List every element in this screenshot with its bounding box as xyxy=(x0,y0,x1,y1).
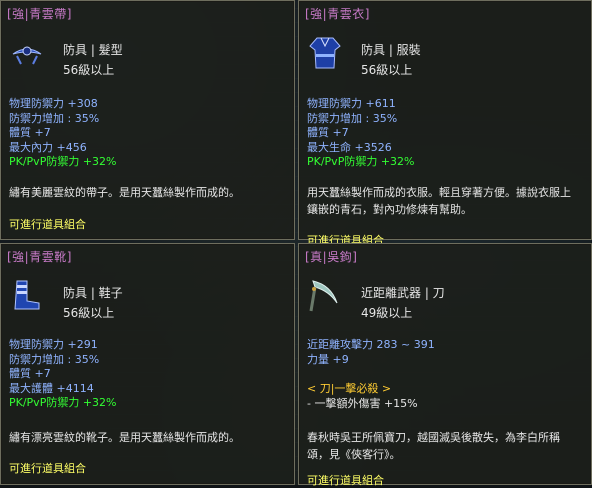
stat-pvp-def: PK/PvP防禦力 +32% xyxy=(307,155,415,168)
item-description: 春秋時吳王所佩寶刀，越國滅吳後散失，為李白所稱頌，見《俠客行》。 xyxy=(307,431,560,461)
item-description: 繡有漂亮雲紋的靴子。是用天蠶絲製作而成的。 xyxy=(9,431,240,444)
item-level: 56級以上 xyxy=(63,63,115,77)
stat-def-increase: 防禦力增加 : 35% xyxy=(9,111,100,125)
item-type: 近距離武器 | 刀 xyxy=(361,286,445,300)
stat-max-mana: 最大內力 +456 xyxy=(9,140,87,154)
robe-icon xyxy=(307,34,343,70)
special-line: - 一擊額外傷害 +15% xyxy=(307,397,418,410)
item-description: 用天蠶絲製作而成的衣服。輕且穿著方便。據說衣服上鑲嵌的青石，對內功修煉有幫助。 xyxy=(307,186,571,216)
stat-def-increase: 防禦力增加 : 35% xyxy=(307,111,398,125)
item-level: 49級以上 xyxy=(361,306,413,320)
stat-pvp-def: PK/PvP防禦力 +32% xyxy=(9,155,117,168)
item-type: 防具 | 髮型 xyxy=(63,43,123,57)
stats-list: 物理防禦力 +611 防禦力增加 : 35% 體質 +7 最大生命 +3526 … xyxy=(307,97,415,170)
stat-phys-def: 物理防禦力 +611 xyxy=(307,97,396,110)
item-level: 56級以上 xyxy=(361,63,413,77)
curved-blade-icon xyxy=(307,277,343,313)
stats-list: 物理防禦力 +308 防禦力增加 : 35% 體質 +7 最大內力 +456 P… xyxy=(9,97,117,170)
stat-constitution: 體質 +7 xyxy=(9,126,51,139)
special-header: < 刀|一擊必殺 > xyxy=(307,382,392,395)
item-type: 防具 | 鞋子 xyxy=(63,286,123,300)
stat-max-guard: 最大護體 +4114 xyxy=(9,381,94,395)
item-level: 56級以上 xyxy=(63,306,115,320)
item-title: [強|青雲帶] xyxy=(7,7,72,21)
combine-label: 可進行道具組合 xyxy=(9,462,86,475)
combine-label: 可進行道具組合 xyxy=(307,474,384,487)
tooltip-blade: [真|吳鉤] 近距離武器 | 刀 49級以上 近距離攻擊力 283 ~ 391 … xyxy=(298,243,592,487)
stats-list: 物理防禦力 +291 防禦力增加 : 35% 體質 +7 最大護體 +4114 … xyxy=(9,338,117,411)
combine-label: 可進行道具組合 xyxy=(9,218,86,231)
stat-def-increase: 防禦力增加 : 35% xyxy=(9,352,100,366)
item-title: [真|吳鉤] xyxy=(305,250,358,264)
stat-constitution: 體質 +7 xyxy=(9,367,51,380)
item-type: 防具 | 服裝 xyxy=(361,43,421,57)
stat-pvp-def: PK/PvP防禦力 +32% xyxy=(9,396,117,409)
stat-phys-def: 物理防禦力 +291 xyxy=(9,338,98,351)
item-description: 繡有美麗雲紋的帶子。是用天蠶絲製作而成的。 xyxy=(9,186,240,199)
stat-attack: 近距離攻擊力 283 ~ 391 xyxy=(307,338,435,351)
stat-constitution: 體質 +7 xyxy=(307,126,349,139)
boots-icon xyxy=(9,277,45,313)
belt-icon xyxy=(9,34,45,70)
tooltip-belt: [強|青雲帶] 防具 | 髮型 56級以上 物理防禦力 +308 防禦力增加 :… xyxy=(0,0,295,240)
item-title: [強|青雲靴] xyxy=(7,250,72,264)
stats-list: 近距離攻擊力 283 ~ 391 力量 +9 xyxy=(307,338,435,367)
stat-strength: 力量 +9 xyxy=(307,352,349,366)
special-effect: < 刀|一擊必殺 > - 一擊額外傷害 +15% xyxy=(307,381,418,411)
stat-max-hp: 最大生命 +3526 xyxy=(307,140,392,154)
item-title: [強|青雲衣] xyxy=(305,7,370,21)
tooltip-robe: [強|青雲衣] 防具 | 服裝 56級以上 物理防禦力 +611 防禦力增加 :… xyxy=(298,0,592,247)
stat-phys-def: 物理防禦力 +308 xyxy=(9,97,98,110)
tooltip-boots: [強|青雲靴] 防具 | 鞋子 56級以上 物理防禦力 +291 防禦力增加 :… xyxy=(0,243,295,485)
